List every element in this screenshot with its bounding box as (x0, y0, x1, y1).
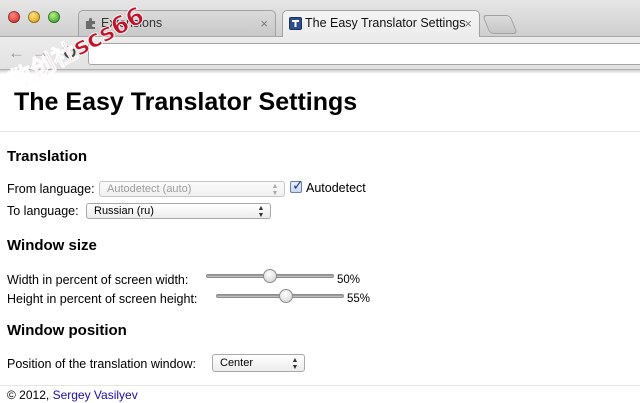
from-language-value: Autodetect (auto) (107, 183, 192, 195)
tab-label: The Easy Translator Settings (305, 16, 466, 30)
select-arrows-icon: ▲ ▼ (291, 357, 299, 371)
toolbar-shadow (0, 70, 640, 74)
slider-thumb[interactable] (279, 289, 293, 303)
width-slider[interactable] (206, 269, 334, 283)
divider (0, 131, 640, 132)
footer: © 2012, Sergey Vasilyev (7, 387, 138, 403)
window-size-heading: Window size (7, 237, 97, 254)
to-language-value: Russian (ru) (94, 205, 154, 217)
close-window-button[interactable] (8, 11, 20, 23)
zoom-window-button[interactable] (48, 11, 60, 23)
translation-heading: Translation (7, 148, 88, 165)
height-label: Height in percent of screen height: (7, 292, 198, 306)
position-label: Position of the translation window: (7, 357, 196, 371)
address-bar[interactable] (88, 43, 640, 65)
to-language-label: To language: (7, 204, 79, 218)
from-language-label: From language: (7, 182, 95, 196)
select-arrows-icon: ▲ ▼ (257, 205, 265, 219)
new-tab-button[interactable] (482, 15, 518, 34)
width-value: 50% (337, 274, 361, 286)
close-icon[interactable]: × (464, 11, 472, 36)
slider-thumb[interactable] (263, 269, 277, 283)
position-value: Center (220, 357, 254, 369)
from-language-select[interactable]: Autodetect (auto) ▲ ▼ (99, 181, 285, 197)
window-position-heading: Window position (7, 322, 127, 339)
autodetect-checkbox[interactable]: ✓ (290, 177, 304, 193)
height-slider[interactable] (216, 289, 344, 303)
page-title: The Easy Translator Settings (14, 88, 358, 116)
divider (0, 385, 640, 386)
autodetect-label: Autodetect (306, 181, 366, 195)
minimize-window-button[interactable] (28, 11, 40, 23)
to-language-select[interactable]: Russian (ru) ▲ ▼ (86, 203, 271, 219)
close-icon[interactable]: × (260, 11, 268, 36)
select-arrows-icon: ▲ ▼ (271, 183, 279, 197)
height-value: 55% (347, 293, 371, 305)
translator-icon (289, 17, 302, 30)
checkmark-icon: ✓ (292, 177, 304, 193)
position-select[interactable]: Center ▲ ▼ (212, 354, 305, 372)
width-label: Width in percent of screen width: (7, 273, 189, 287)
tab-settings[interactable]: The Easy Translator Settings × (282, 10, 480, 37)
